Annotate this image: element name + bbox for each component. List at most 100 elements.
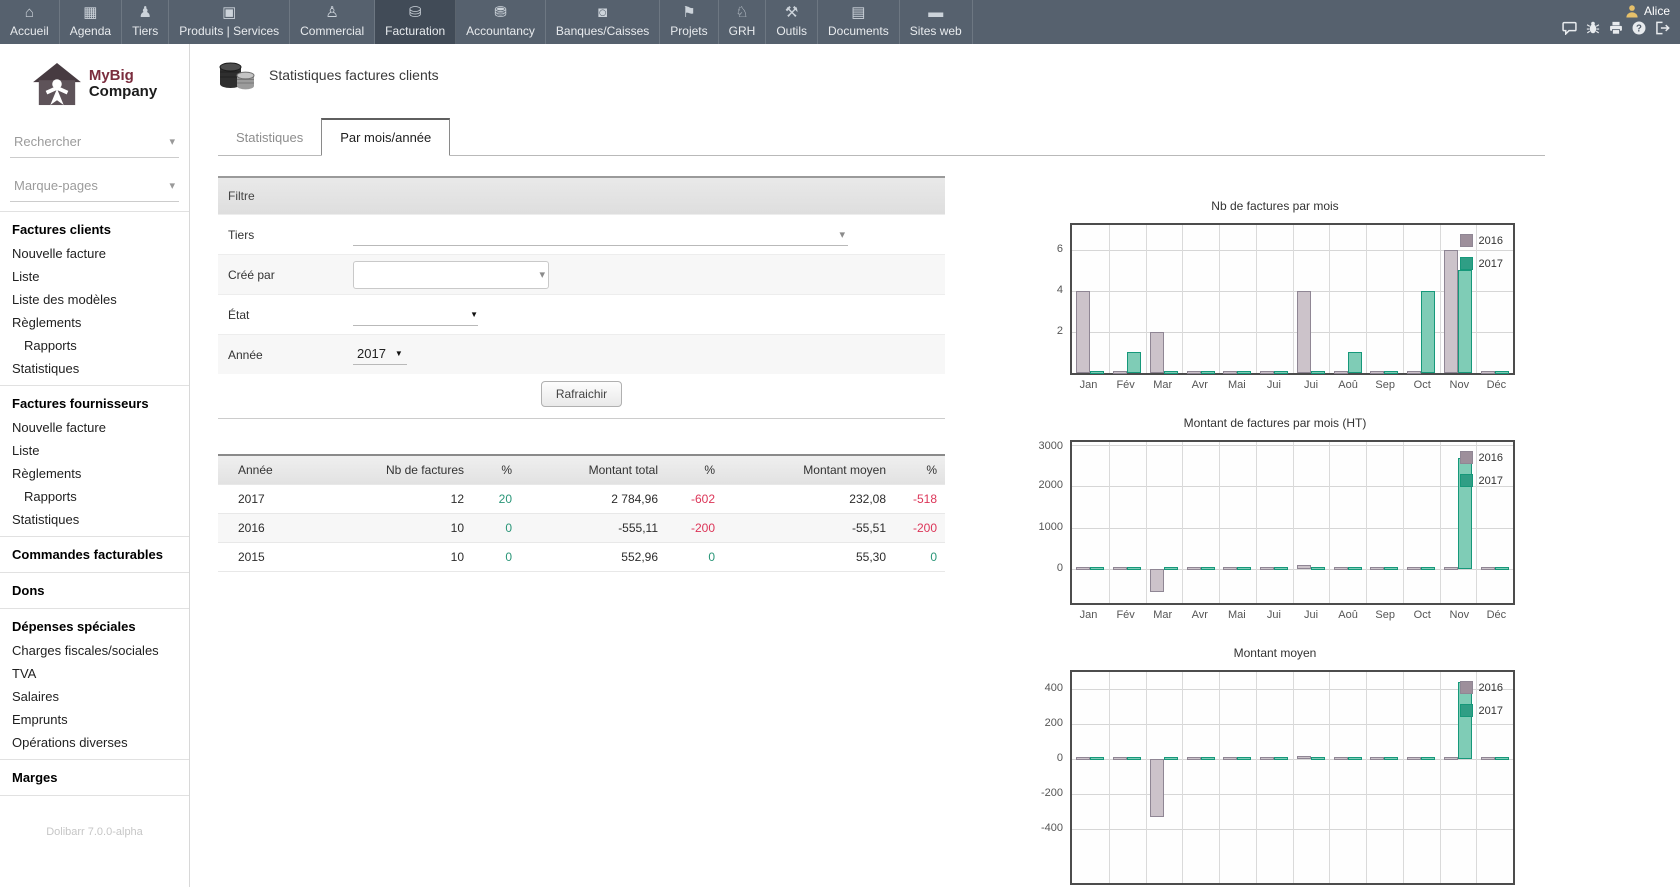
sidebar-item-emprunts[interactable]: Emprunts	[0, 708, 189, 731]
sidebar-item-operations-diverses[interactable]: Opérations diverses	[0, 731, 189, 754]
bar-2016-Sep	[1370, 371, 1384, 374]
nav-item-tiers[interactable]: ♟Tiers	[122, 0, 169, 44]
sidebar-section-factures-fournisseurs[interactable]: Factures fournisseurs	[0, 391, 189, 416]
col-pct-3: %	[894, 455, 945, 484]
help-icon[interactable]: ?	[1632, 21, 1646, 35]
nav-item-banques-caisses[interactable]: ◙Banques/Caisses	[546, 0, 660, 44]
table-row: 2016100-555,11-200-55,51-200	[218, 513, 945, 542]
nav-item-label: Commercial	[300, 24, 364, 38]
x-axis-labels: JanFévMarAvrMaiJuiJuiAoûSepOctNovDéc	[1070, 609, 1515, 621]
col-pct-1: %	[472, 455, 520, 484]
sidebar-item-liste-des-modeles[interactable]: Liste des modèles	[0, 288, 189, 311]
bar-2017-Jui	[1311, 567, 1325, 570]
menu-separator	[0, 608, 189, 609]
page-title: Statistiques factures clients	[269, 67, 439, 83]
chart-1: Nb de factures par mois24620162017JanFév…	[1015, 199, 1535, 391]
chat-icon[interactable]	[1562, 21, 1577, 35]
x-tick-label: Mai	[1218, 379, 1255, 391]
sidebar-section-depenses-speciales[interactable]: Dépenses spéciales	[0, 614, 189, 639]
nav-item-sites-web[interactable]: ▬Sites web	[900, 0, 973, 44]
sidebar-item-statistiques[interactable]: Statistiques	[0, 508, 189, 531]
col-pct-2: %	[666, 455, 723, 484]
created-by-select[interactable]: ▾	[353, 261, 549, 289]
filter-row-status: État ▼	[218, 294, 945, 334]
bar-2016-Mai	[1223, 757, 1237, 760]
x-tick-label: Déc	[1478, 609, 1515, 621]
nav-item-outils[interactable]: ⚒Outils	[766, 0, 818, 44]
sidebar-section-commandes-facturables[interactable]: Commandes facturables	[0, 542, 189, 567]
bar-2017-Mar	[1164, 757, 1178, 760]
bookmarks-select[interactable]: Marque-pages ▾	[10, 174, 179, 202]
tab-par-mois-annee[interactable]: Par mois/année	[321, 118, 450, 156]
nav-item-facturation[interactable]: ⛁Facturation	[375, 0, 456, 44]
bar-2016-Jui	[1260, 567, 1274, 570]
sidebar-section-dons[interactable]: Dons	[0, 578, 189, 603]
nav-item-projets[interactable]: ⚑Projets	[660, 0, 718, 44]
nav-item-label: Accueil	[10, 24, 49, 38]
nav-items: ⌂Accueil▦Agenda♟Tiers▣Produits | Service…	[0, 0, 973, 44]
nav-item-label: Accountancy	[466, 24, 535, 38]
bar-2017-Mai	[1237, 371, 1251, 374]
cell-value: -200	[894, 513, 945, 542]
cell-value: 20	[472, 484, 520, 513]
chart-plot-row: -400-200020040020162017	[1015, 670, 1535, 885]
bar-2016-Nov	[1444, 757, 1458, 760]
user-menu[interactable]: Alice	[1562, 4, 1670, 18]
bar-2017-Avr	[1201, 371, 1215, 374]
bar-2017-Nov	[1458, 270, 1472, 373]
sidebar-item-liste[interactable]: Liste	[0, 265, 189, 288]
sidebar-item-nouvelle-facture[interactable]: Nouvelle facture	[0, 242, 189, 265]
status-select[interactable]: ▼	[353, 304, 478, 326]
gridline-v	[1440, 442, 1441, 603]
legend-label: 2017	[1479, 258, 1503, 270]
sidebar-section-marges[interactable]: Marges	[0, 765, 189, 790]
search-placeholder: Rechercher	[14, 134, 81, 149]
filter-title: Filtre	[218, 176, 945, 214]
bar-2017-Déc	[1495, 567, 1509, 570]
bug-icon[interactable]	[1586, 21, 1600, 35]
y-tick-label: -200	[1041, 787, 1063, 799]
gridline-v	[1256, 442, 1257, 603]
tab-statistiques[interactable]: Statistiques	[218, 120, 321, 155]
nav-item-agenda[interactable]: ▦Agenda	[60, 0, 122, 44]
gridline-v	[1146, 225, 1147, 373]
sidebar-item-reglements[interactable]: Règlements	[0, 311, 189, 334]
plot-area: 20162017	[1070, 670, 1515, 885]
x-tick-label: Avr	[1181, 379, 1218, 391]
bar-2017-Jui	[1274, 567, 1288, 570]
refresh-button[interactable]: Rafraichir	[541, 381, 622, 407]
nav-item-commercial[interactable]: ♙Commercial	[290, 0, 375, 44]
nav-item-produits-services[interactable]: ▣Produits | Services	[169, 0, 290, 44]
tiers-select[interactable]: ▾	[353, 224, 848, 246]
sidebar-item-liste[interactable]: Liste	[0, 439, 189, 462]
bar-2016-Jui	[1297, 756, 1311, 760]
sidebar-item-nouvelle-facture[interactable]: Nouvelle facture	[0, 416, 189, 439]
bar-2016-Nov	[1444, 567, 1458, 570]
nav-item-grh[interactable]: ♘GRH	[719, 0, 767, 44]
filter-row-created-by: Créé par ▾	[218, 254, 945, 294]
sidebar-item-reglements[interactable]: Règlements	[0, 462, 189, 485]
print-icon[interactable]	[1609, 21, 1623, 35]
nav-item-accueil[interactable]: ⌂Accueil	[0, 0, 60, 44]
logout-icon[interactable]	[1655, 21, 1670, 35]
y-axis-labels: 0100020003000	[1015, 440, 1070, 605]
sidebar-item-rapports[interactable]: Rapports	[0, 485, 189, 508]
sidebar-section-factures-clients[interactable]: Factures clients	[0, 217, 189, 242]
x-tick-label: Jui	[1292, 379, 1329, 391]
nav-item-documents[interactable]: ▤Documents	[818, 0, 900, 44]
gridline-v	[1403, 672, 1404, 883]
nav-item-accountancy[interactable]: ⛃Accountancy	[456, 0, 546, 44]
cell-value: 2 784,96	[520, 484, 666, 513]
search-input[interactable]: Rechercher ▾	[10, 130, 179, 158]
user-name: Alice	[1644, 4, 1670, 18]
bar-2016-Mar	[1150, 332, 1164, 373]
year-select[interactable]: 2017 ▼	[353, 345, 407, 365]
sidebar-item-charges-fiscales-sociales[interactable]: Charges fiscales/sociales	[0, 639, 189, 662]
sidebar-item-tva[interactable]: TVA	[0, 662, 189, 685]
gridline-v	[1182, 672, 1183, 883]
bar-2017-Déc	[1495, 371, 1509, 374]
sidebar-item-statistiques[interactable]: Statistiques	[0, 357, 189, 380]
sidebar-item-salaires[interactable]: Salaires	[0, 685, 189, 708]
cell-value: 55,30	[723, 542, 894, 571]
sidebar-item-rapports[interactable]: Rapports	[0, 334, 189, 357]
